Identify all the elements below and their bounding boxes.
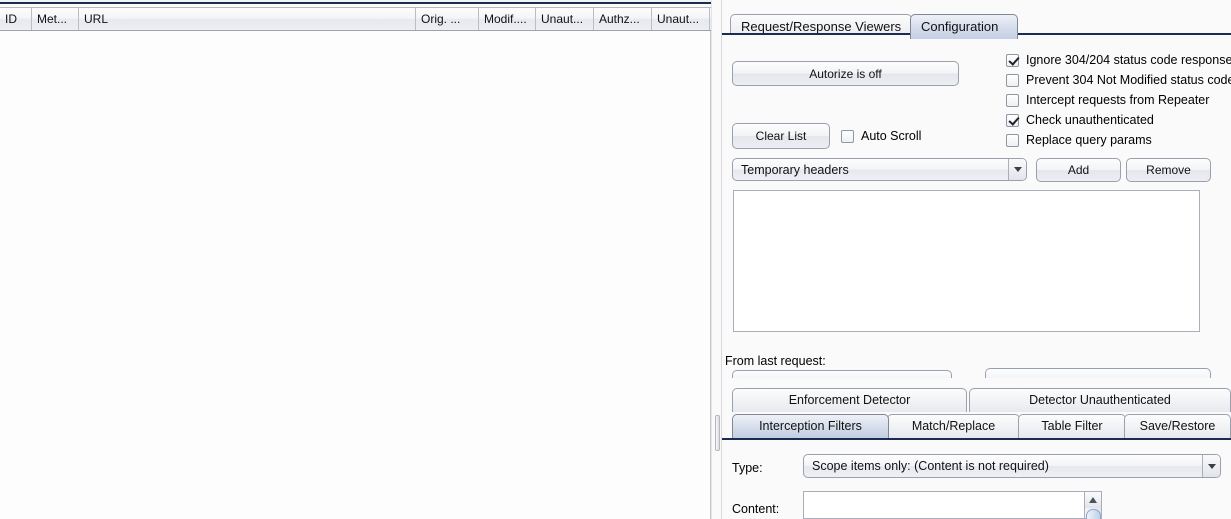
table-column-header[interactable]: Unaut... <box>536 8 594 30</box>
table-column-header[interactable]: URL <box>79 8 416 30</box>
config-checkbox-label: Ignore 304/204 status code responses <box>1026 53 1231 67</box>
table-column-header[interactable]: ID <box>0 8 32 30</box>
table-column-header[interactable]: Unaut... <box>652 8 710 30</box>
chevron-down-icon[interactable] <box>1008 159 1026 180</box>
vertical-split-divider[interactable] <box>711 0 722 519</box>
split-divider-grip[interactable] <box>715 415 720 451</box>
bottom-tab-save-restore[interactable]: Save/Restore <box>1124 414 1231 438</box>
auto-scroll-checkbox[interactable] <box>841 129 854 143</box>
bottom-tab-match-replace[interactable]: Match/Replace <box>887 414 1020 438</box>
table-column-header[interactable]: Orig. ... <box>416 8 479 30</box>
config-checkbox-row[interactable]: Intercept requests from Repeater <box>1006 93 1209 107</box>
filter-type-combobox[interactable]: Scope items only: (Content is not requir… <box>803 454 1221 478</box>
right-panel: Request/Response Viewers Configuration Au… <box>722 0 1231 519</box>
scroll-up-arrow-icon[interactable] <box>1085 492 1101 508</box>
config-checkbox-row[interactable]: Replace query params <box>1006 133 1152 147</box>
config-checkbox[interactable] <box>1006 73 1019 87</box>
add-header-button[interactable]: Add <box>1036 158 1121 182</box>
table-column-header[interactable]: Modif.... <box>479 8 536 30</box>
filter-content-textarea[interactable] <box>803 491 1102 519</box>
bottom-tab-table-filter[interactable]: Table Filter <box>1018 414 1126 438</box>
configuration-pane: Autorize is off Clear List Auto Scroll I… <box>722 35 1231 378</box>
filter-type-label: Type: <box>732 461 763 475</box>
filter-type-combobox-value: Scope items only: (Content is not requir… <box>812 459 1049 473</box>
top-tab-configuration[interactable]: Configuration <box>910 14 1018 39</box>
scrollbar-thumb[interactable] <box>1086 509 1101 519</box>
content-scrollbar[interactable] <box>1084 492 1101 519</box>
filter-content-label: Content: <box>732 502 780 516</box>
chevron-down-icon[interactable] <box>1202 455 1220 477</box>
config-checkbox-row[interactable]: Prevent 304 Not Modified status code <box>1006 73 1231 87</box>
auto-scroll-checkbox-row[interactable]: Auto Scroll <box>841 129 921 143</box>
bottom-tab-underline <box>722 438 1231 440</box>
config-checkbox[interactable] <box>1006 93 1019 107</box>
top-clipped-strip-inner <box>0 0 711 4</box>
table-column-header[interactable]: Authz... <box>594 8 652 30</box>
clear-list-button[interactable]: Clear List <box>732 123 830 149</box>
table-body[interactable] <box>0 31 711 519</box>
config-checkbox-label: Intercept requests from Repeater <box>1026 93 1210 107</box>
bottom-tab-enforcement-detector[interactable]: Enforcement Detector <box>732 388 967 412</box>
config-checkbox[interactable] <box>1006 53 1019 67</box>
auto-scroll-label: Auto Scroll <box>861 129 922 143</box>
config-checkbox-label: Replace query params <box>1026 133 1152 147</box>
bottom-tabbed-pane: Enforcement Detector Detector Unauthentic… <box>722 383 1231 519</box>
results-table-panel: ID Met... URL Orig. ... Modif.... Unaut... Aut… <box>0 8 711 519</box>
bottom-tab-detector-unauthenticated[interactable]: Detector Unauthenticated <box>969 388 1231 412</box>
bottom-tab-interception-filters[interactable]: Interception Filters <box>732 414 889 438</box>
from-last-request-button-left-clipped[interactable] <box>732 370 952 378</box>
table-column-header[interactable]: Met... <box>32 8 79 30</box>
autorize-extension-window: ID Met... URL Orig. ... Modif.... Unaut... Aut… <box>0 0 1231 519</box>
autorize-toggle-button[interactable]: Autorize is off <box>732 61 959 86</box>
config-checkbox[interactable] <box>1006 113 1019 127</box>
headers-type-combobox-value: Temporary headers <box>741 162 849 177</box>
table-header-row: ID Met... URL Orig. ... Modif.... Unaut... Aut… <box>0 8 711 31</box>
top-clipped-strip <box>0 0 711 8</box>
from-last-request-button-right-clipped[interactable] <box>985 368 1211 378</box>
config-checkbox[interactable] <box>1006 133 1019 147</box>
config-checkbox-label: Check unauthenticated <box>1026 113 1154 127</box>
headers-type-combobox[interactable]: Temporary headers <box>732 158 1027 181</box>
config-checkbox-row[interactable]: Check unauthenticated <box>1006 113 1154 127</box>
from-last-request-label: From last request: <box>725 354 826 368</box>
config-checkbox-row[interactable]: Ignore 304/204 status code responses <box>1006 53 1231 67</box>
remove-header-button[interactable]: Remove <box>1126 158 1211 182</box>
config-checkbox-label: Prevent 304 Not Modified status code <box>1026 73 1231 87</box>
headers-textarea[interactable] <box>733 190 1200 332</box>
